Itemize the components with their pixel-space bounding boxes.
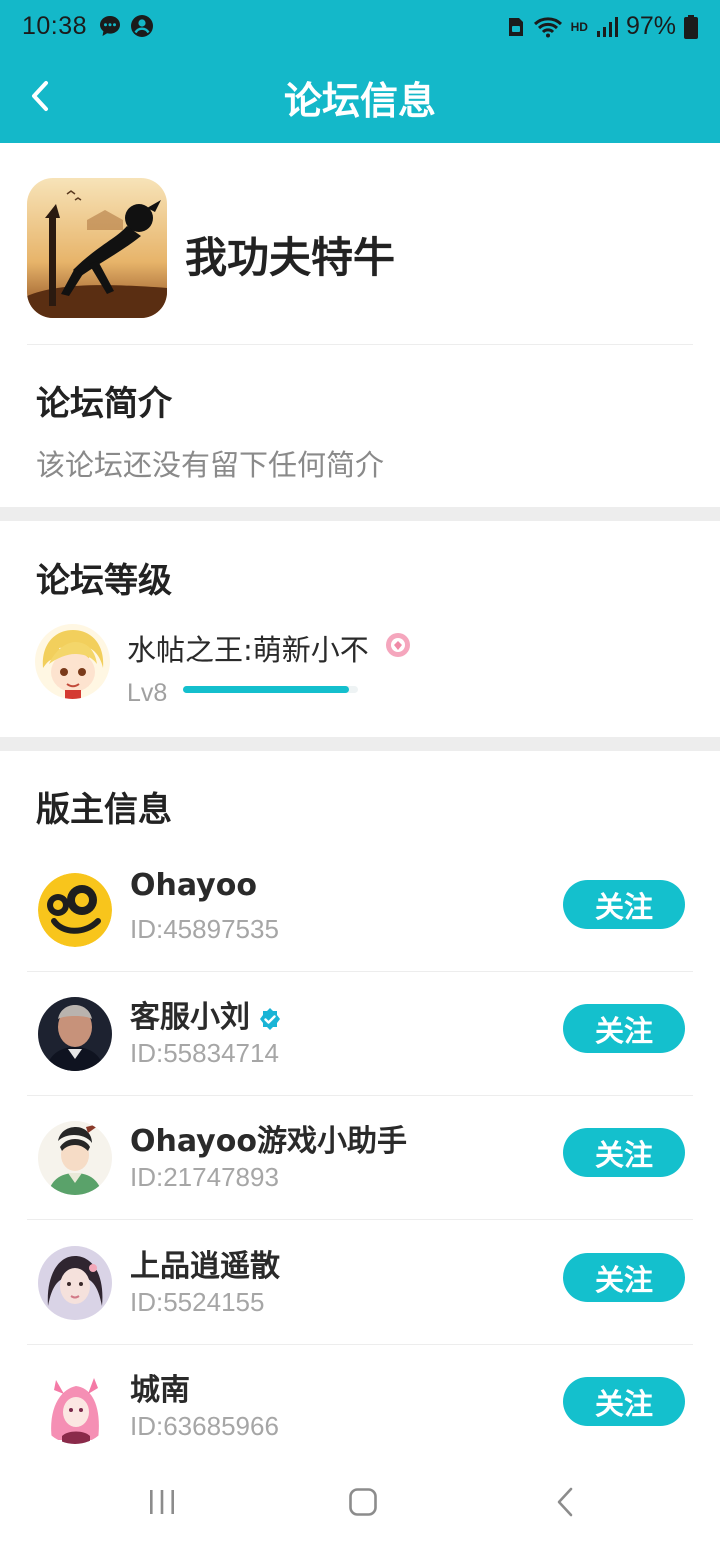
- moderator-name: 城南: [130, 1373, 190, 1408]
- status-time: 10:38: [22, 12, 88, 40]
- recents-icon: [150, 1490, 174, 1514]
- row-divider: [27, 1219, 693, 1220]
- moderator-name: Ohayoo游戏小助手: [130, 1124, 407, 1159]
- account-circle-icon: [131, 15, 153, 37]
- moderator-avatar[interactable]: [38, 1370, 112, 1444]
- app-header: 10:38 HD 97% 论坛信息: [0, 0, 720, 143]
- signal-icon: [596, 16, 618, 37]
- moderator-name: 上品逍遥散: [130, 1249, 280, 1284]
- forum-header: 我功夫特牛: [27, 178, 693, 320]
- moderator-row[interactable]: 上品逍遥散 ID:5524155 关注: [27, 1221, 693, 1345]
- status-bar: 10:38 HD 97%: [0, 0, 720, 56]
- home-icon: [349, 1488, 377, 1516]
- moderator-row[interactable]: Ohayoo ID:45897535 关注: [27, 848, 693, 972]
- forum-icon: [27, 178, 167, 318]
- moderator-id: ID:5524155: [130, 1287, 265, 1317]
- moderator-id: ID:55834714: [130, 1038, 279, 1068]
- recents-button[interactable]: [142, 1482, 182, 1522]
- chat-bubble-icon: [100, 16, 120, 36]
- home-button[interactable]: [343, 1482, 383, 1522]
- nav-back-icon: [557, 1487, 573, 1517]
- level-lv: Lv8: [127, 679, 168, 707]
- level-progress-bar: [183, 686, 358, 693]
- intro-title: 论坛简介: [36, 384, 172, 424]
- wifi-icon: [533, 16, 562, 37]
- intro-text: 该论坛还没有留下任何简介: [36, 448, 385, 482]
- follow-button[interactable]: 关注: [563, 1128, 685, 1177]
- forum-name: 我功夫特牛: [185, 233, 396, 282]
- battery-icon: [684, 14, 698, 39]
- moderators-title: 版主信息: [36, 790, 172, 830]
- moderator-row[interactable]: 客服小刘 ID:55834714 关注: [27, 972, 693, 1096]
- moderator-id: ID:21747893: [130, 1162, 279, 1192]
- follow-button[interactable]: 关注: [563, 1253, 685, 1302]
- sim-icon: [508, 17, 523, 36]
- moderator-name: 客服小刘: [130, 992, 282, 1036]
- nav-back-button[interactable]: [545, 1482, 585, 1522]
- level-badge-icon: [386, 633, 410, 657]
- page-title: 论坛信息: [283, 79, 436, 123]
- moderator-row[interactable]: Ohayoo游戏小助手 ID:21747893 关注: [27, 1096, 693, 1220]
- divider: [27, 344, 693, 345]
- moderator-row[interactable]: 城南 ID:63685966 关注: [27, 1345, 693, 1469]
- section-separator: [0, 507, 720, 521]
- level-name: 水帖之王:萌新小不: [127, 633, 369, 667]
- moderator-id: ID:45897535: [130, 914, 279, 944]
- status-left-icons: [98, 14, 154, 38]
- level-title: 论坛等级: [36, 561, 172, 601]
- moderator-name: Ohayoo: [130, 868, 257, 903]
- moderator-id: ID:63685966: [130, 1411, 279, 1441]
- status-right: HD 97%: [507, 12, 698, 41]
- moderator-avatar[interactable]: [38, 873, 112, 947]
- follow-button[interactable]: 关注: [563, 880, 685, 929]
- moderator-avatar[interactable]: [38, 1121, 112, 1195]
- moderator-avatar[interactable]: [38, 1246, 112, 1320]
- network-type-label: HD: [570, 19, 588, 34]
- moderator-avatar[interactable]: [38, 997, 112, 1071]
- verified-icon: [260, 1007, 280, 1030]
- follow-button[interactable]: 关注: [563, 1004, 685, 1053]
- follow-button[interactable]: 关注: [563, 1377, 685, 1426]
- section-separator: [0, 737, 720, 751]
- nav-bar-top: 论坛信息: [0, 56, 720, 143]
- level-avatar: [35, 624, 110, 699]
- battery-percent: 97%: [625, 12, 676, 40]
- level-progress-fill: [183, 686, 350, 693]
- system-nav-bar: [0, 1458, 720, 1544]
